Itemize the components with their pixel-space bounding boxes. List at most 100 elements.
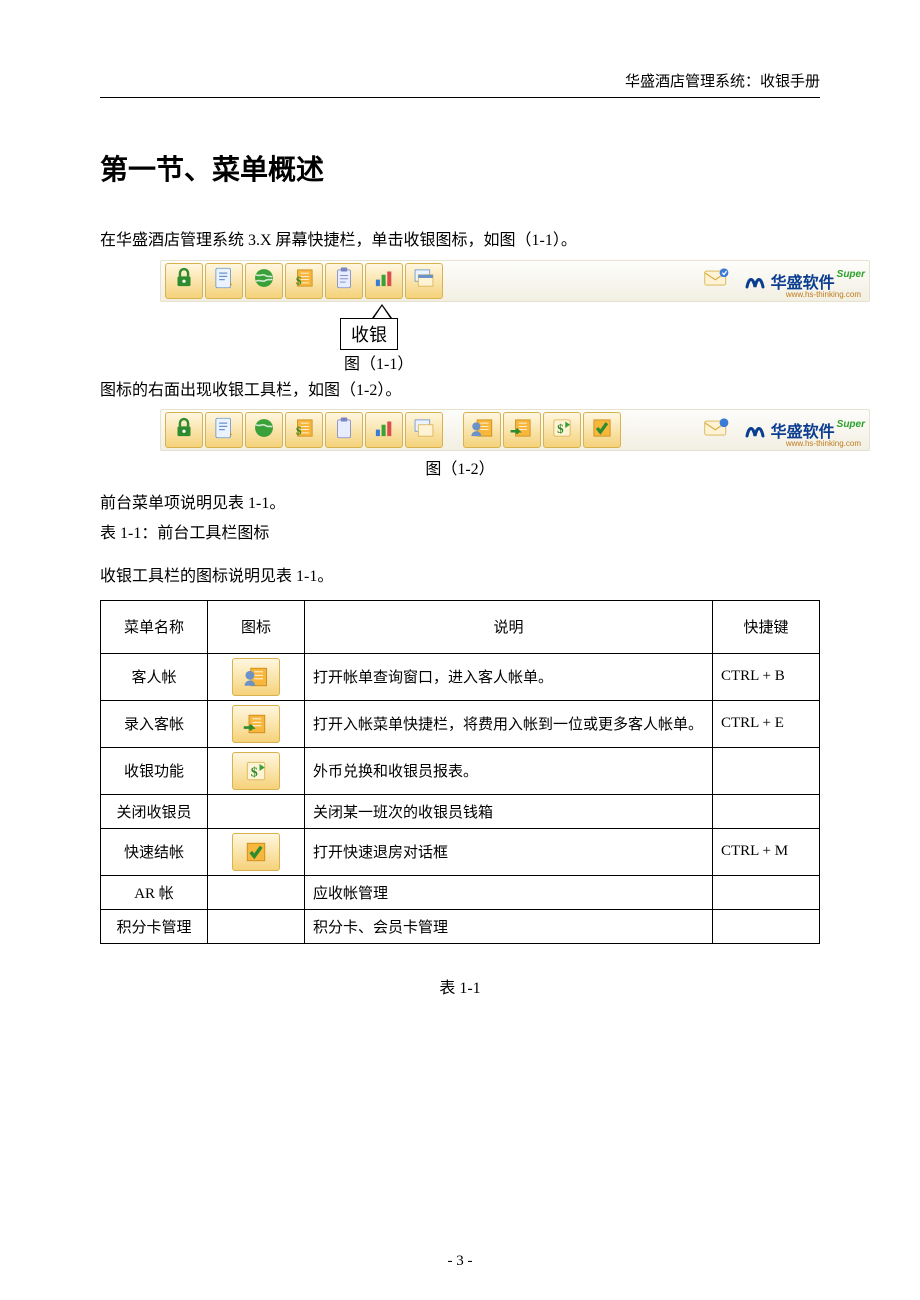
mail-icon[interactable] [703, 417, 731, 444]
brand-sub: www.hs-thinking.com [786, 439, 861, 448]
brand-glyph-icon [743, 418, 767, 442]
cell-icon [208, 653, 305, 700]
shortcut-toolbar-2: $ [160, 409, 870, 451]
svg-text:$: $ [557, 421, 564, 436]
svg-text:$: $ [296, 425, 302, 437]
cell-name: 录入客帐 [101, 700, 208, 747]
toolbar-btn-guest-account[interactable] [463, 412, 501, 448]
cashier-icon: $ [291, 265, 317, 296]
toolbar-btn-edit[interactable] [205, 412, 243, 448]
figure-1-2: $ [160, 409, 870, 451]
callout-cashier: 收银 图（1-1） [340, 304, 440, 374]
cashier-func-icon: $ [549, 415, 575, 446]
th-name: 菜单名称 [101, 600, 208, 653]
cell-shortcut [713, 747, 820, 794]
cashier-icon: $ [291, 415, 317, 446]
cell-shortcut: CTRL + E [713, 700, 820, 747]
cell-name: 客人帐 [101, 653, 208, 700]
brand-glyph-icon [743, 269, 767, 293]
cell-shortcut [713, 875, 820, 909]
cell-name: AR 帐 [101, 875, 208, 909]
brand-sub: www.hs-thinking.com [786, 290, 861, 299]
callout-arrow-icon [372, 304, 392, 318]
table-row: 关闭收银员 关闭某一班次的收银员钱箱 [101, 794, 820, 828]
toolbar-btn-clipboard[interactable] [325, 263, 363, 299]
toolbar-description-table: 菜单名称 图标 说明 快捷键 客人帐 打开帐单查询窗口，进入客人帐单。 CTRL… [100, 600, 820, 944]
edit-icon [211, 415, 237, 446]
table-row: AR 帐 应收帐管理 [101, 875, 820, 909]
cell-desc: 积分卡、会员卡管理 [305, 909, 713, 943]
intro-paragraph-2: 图标的右面出现收银工具栏，如图（1-2）。 [100, 378, 820, 404]
toolbar-btn-cashier[interactable]: $ [285, 412, 323, 448]
quick-checkout-icon [589, 415, 615, 446]
brand-super: Super [837, 269, 865, 280]
brand-logo: 华盛软件 Super www.hs-thinking.com [743, 418, 865, 442]
clipboard-icon [331, 415, 357, 446]
document-page: 华盛酒店管理系统：收银手册 第一节、菜单概述 在华盛酒店管理系统 3.X 屏幕快… [0, 0, 920, 1300]
edit-icon [211, 265, 237, 296]
toolbar-btn-window[interactable] [405, 412, 443, 448]
toolbar-btn-chart[interactable] [365, 263, 403, 299]
cell-shortcut [713, 794, 820, 828]
toolbar-btn-chart[interactable] [365, 412, 403, 448]
cell-desc: 外币兑换和收银员报表。 [305, 747, 713, 794]
chart-icon [371, 415, 397, 446]
section-title: 第一节、菜单概述 [100, 148, 820, 188]
toolbar-btn-lock[interactable] [165, 263, 203, 299]
cell-shortcut: CTRL + M [713, 828, 820, 875]
svg-text:$: $ [296, 276, 302, 288]
cell-name: 收银功能 [101, 747, 208, 794]
lock-icon [171, 265, 197, 296]
toolbar-btn-quick-checkout[interactable] [583, 412, 621, 448]
th-desc: 说明 [305, 600, 713, 653]
globe-icon [251, 265, 277, 296]
svg-text:$: $ [251, 765, 258, 780]
toolbar-btn-window[interactable] [405, 263, 443, 299]
toolbar-btn-post-account[interactable] [503, 412, 541, 448]
cell-icon: $ [208, 747, 305, 794]
cell-icon [208, 828, 305, 875]
cell-name: 积分卡管理 [101, 909, 208, 943]
cell-icon [208, 909, 305, 943]
clipboard-icon [331, 265, 357, 296]
note-3: 收银工具栏的图标说明见表 1-1。 [100, 564, 820, 590]
intro-paragraph-1: 在华盛酒店管理系统 3.X 屏幕快捷栏，单击收银图标，如图（1-1）。 [100, 228, 820, 254]
table-row: 录入客帐 打开入帐菜单快捷栏，将费用入帐到一位或更多客人帐单。 CTRL + E [101, 700, 820, 747]
toolbar-btn-globe[interactable] [245, 412, 283, 448]
quick-checkout-icon [232, 833, 280, 871]
running-head: 华盛酒店管理系统：收银手册 [100, 70, 820, 98]
mail-icon[interactable] [703, 267, 731, 294]
note-1: 前台菜单项说明见表 1-1。 [100, 491, 820, 517]
figure-1-1: $ [160, 260, 870, 302]
guest-account-icon [232, 658, 280, 696]
post-account-icon [232, 705, 280, 743]
shortcut-toolbar-1: $ [160, 260, 870, 302]
toolbar-btn-edit[interactable] [205, 263, 243, 299]
toolbar-btn-cashier-func[interactable]: $ [543, 412, 581, 448]
toolbar-btn-globe[interactable] [245, 263, 283, 299]
th-shortcut: 快捷键 [713, 600, 820, 653]
toolbar-btn-lock[interactable] [165, 412, 203, 448]
brand-super: Super [837, 419, 865, 430]
cell-icon [208, 794, 305, 828]
post-account-icon [509, 415, 535, 446]
cell-desc: 打开帐单查询窗口，进入客人帐单。 [305, 653, 713, 700]
globe-icon [251, 415, 277, 446]
cell-shortcut [713, 909, 820, 943]
toolbar-btn-cashier[interactable]: $ [285, 263, 323, 299]
window-icon [411, 415, 437, 446]
cell-icon [208, 875, 305, 909]
page-number: - 3 - [0, 1253, 920, 1270]
table-row: 积分卡管理 积分卡、会员卡管理 [101, 909, 820, 943]
toolbar-btn-clipboard[interactable] [325, 412, 363, 448]
window-icon [411, 265, 437, 296]
cell-desc: 打开快速退房对话框 [305, 828, 713, 875]
cell-icon [208, 700, 305, 747]
table-caption: 表 1-1 [100, 974, 820, 998]
cell-name: 快速结帐 [101, 828, 208, 875]
chart-icon [371, 265, 397, 296]
cell-desc: 应收帐管理 [305, 875, 713, 909]
lock-icon [171, 415, 197, 446]
figure-1-2-label: 图（1-2） [100, 455, 820, 479]
figure-1-1-label: 图（1-1） [344, 350, 413, 374]
